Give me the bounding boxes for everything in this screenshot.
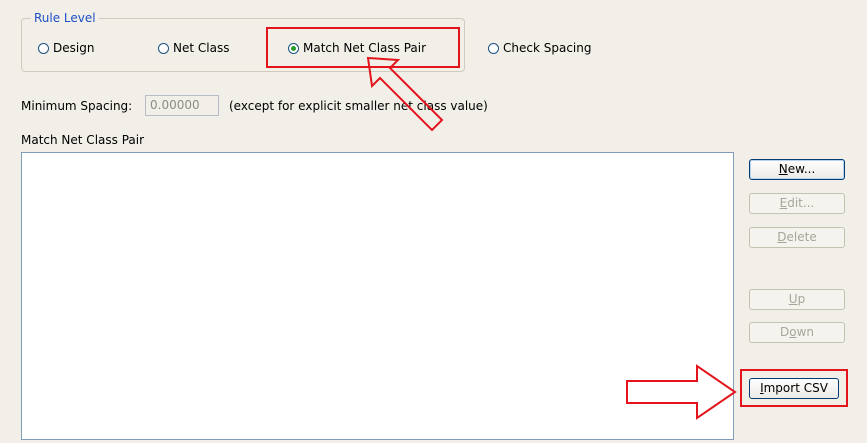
annotation-arrows	[366, 56, 737, 420]
right-arrow-icon	[626, 364, 737, 420]
diagonal-arrow-icon	[366, 56, 444, 132]
